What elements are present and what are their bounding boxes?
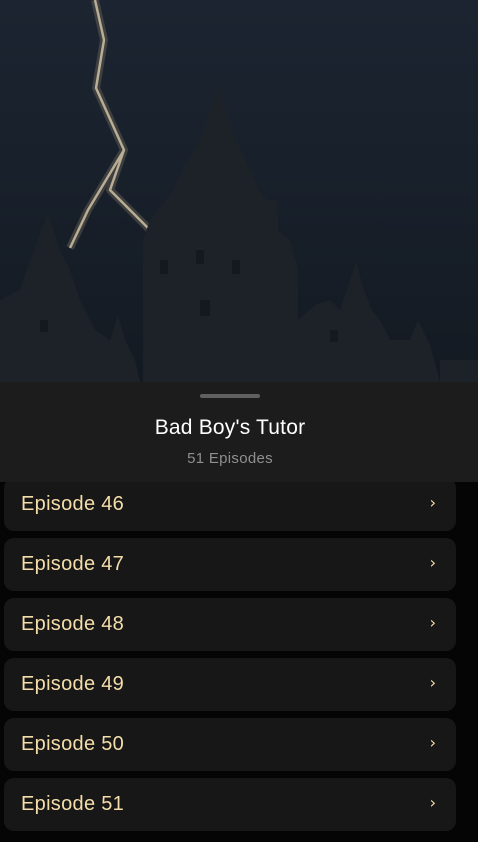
episode-row-46[interactable]: Episode 46 ›	[4, 482, 456, 531]
chevron-right-icon: ›	[429, 733, 436, 752]
episode-label: Episode 48	[21, 613, 125, 635]
chevron-right-icon: ›	[429, 793, 436, 812]
cover-image	[0, 0, 478, 382]
chevron-right-icon: ›	[429, 493, 436, 512]
episode-row-49[interactable]: Episode 49 ›	[4, 658, 456, 711]
episode-label: Episode 46	[21, 493, 125, 515]
series-title: Bad Boy's Tutor	[154, 416, 306, 439]
chevron-right-icon: ›	[429, 613, 436, 632]
episode-label: Episode 50	[21, 733, 125, 755]
castle-lightning-illustration	[0, 0, 478, 382]
episode-row-47[interactable]: Episode 47 ›	[4, 538, 456, 591]
episode-label: Episode 51	[21, 793, 125, 815]
episode-list[interactable]: Episode 46 › Episode 47 › Episode 48 › E…	[0, 482, 478, 842]
chevron-right-icon: ›	[429, 553, 436, 572]
drag-handle[interactable]	[200, 394, 260, 398]
episode-row-48[interactable]: Episode 48 ›	[4, 598, 456, 651]
episode-row-51[interactable]: Episode 51 ›	[4, 778, 456, 831]
episode-label: Episode 47	[21, 553, 125, 575]
episode-count: 51 Episodes	[187, 450, 273, 467]
episode-label: Episode 49	[21, 673, 125, 695]
episode-row-50[interactable]: Episode 50 ›	[4, 718, 456, 771]
chevron-right-icon: ›	[429, 673, 436, 692]
series-header: Bad Boy's Tutor 51 Episodes	[0, 382, 478, 482]
